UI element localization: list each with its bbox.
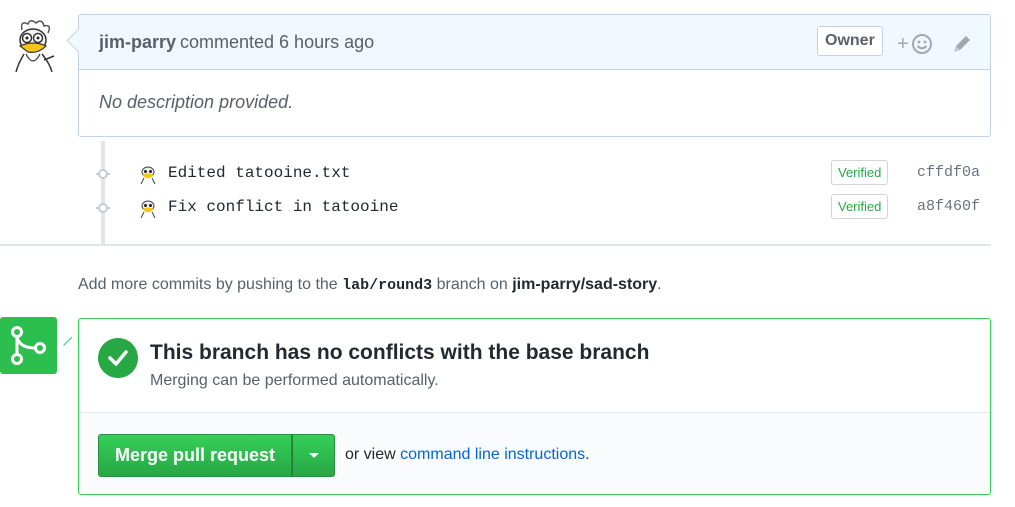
commit-avatar[interactable]	[138, 198, 158, 218]
comment-body: No description provided.	[99, 92, 294, 112]
pencil-icon[interactable]	[949, 31, 975, 57]
commit-message[interactable]: Fix conflict in tatooine	[168, 198, 398, 216]
or-view-period: .	[585, 446, 590, 463]
plus-label: +	[897, 32, 909, 55]
branch-name: lab/round3	[342, 277, 433, 294]
owner-badge: Owner	[817, 26, 883, 56]
verified-badge[interactable]: Verified	[831, 194, 889, 219]
commit-sha[interactable]: cffdf0a	[917, 164, 980, 181]
commit-dot-icon	[96, 203, 110, 213]
commit-sha[interactable]: a8f460f	[917, 198, 980, 215]
check-icon	[98, 338, 138, 378]
comment-box: jim-parry commented 6 hours ago Owner + …	[78, 14, 991, 137]
merge-footer: Merge pull request or view command line …	[79, 412, 990, 494]
commit-row: Edited tatooine.txt Verified cffdf0a	[94, 160, 991, 188]
commit-row: Fix conflict in tatooine Verified a8f460…	[94, 194, 991, 222]
add-reaction-button[interactable]: +	[897, 31, 937, 57]
comment-header: jim-parry commented 6 hours ago Owner +	[79, 15, 990, 70]
comment-author[interactable]: jim-parry	[99, 32, 176, 53]
comment-action[interactable]: commented 6 hours ago	[180, 32, 374, 53]
push-note-middle: branch on	[436, 276, 508, 293]
avatar[interactable]	[8, 18, 58, 74]
push-note: Add more commits by pushing to the lab/r…	[78, 276, 662, 294]
merge-status-subtitle: Merging can be performed automatically.	[150, 372, 439, 389]
commit-message[interactable]: Edited tatooine.txt	[168, 164, 350, 182]
verified-badge[interactable]: Verified	[831, 160, 889, 185]
or-view-label: or view	[345, 446, 396, 463]
push-note-suffix: .	[657, 276, 662, 293]
repo-name: jim-parry/sad-story	[512, 276, 658, 293]
merge-status-title: This branch has no conflicts with the ba…	[150, 341, 650, 364]
merge-icon	[0, 317, 57, 374]
push-note-prefix: Add more commits by pushing to the	[78, 276, 338, 293]
merge-pull-request-button[interactable]: Merge pull request	[98, 434, 292, 477]
command-line-instructions-link[interactable]: command line instructions	[400, 446, 585, 463]
commit-dot-icon	[96, 169, 110, 179]
merge-box: This branch has no conflicts with the ba…	[78, 318, 991, 495]
timeline-line	[101, 141, 105, 244]
commit-avatar[interactable]	[138, 164, 158, 184]
timeline-divider	[0, 244, 991, 246]
smiley-icon	[911, 34, 932, 54]
or-view-text: or view command line instructions.	[345, 446, 590, 464]
caret-down-icon[interactable]	[292, 434, 335, 477]
